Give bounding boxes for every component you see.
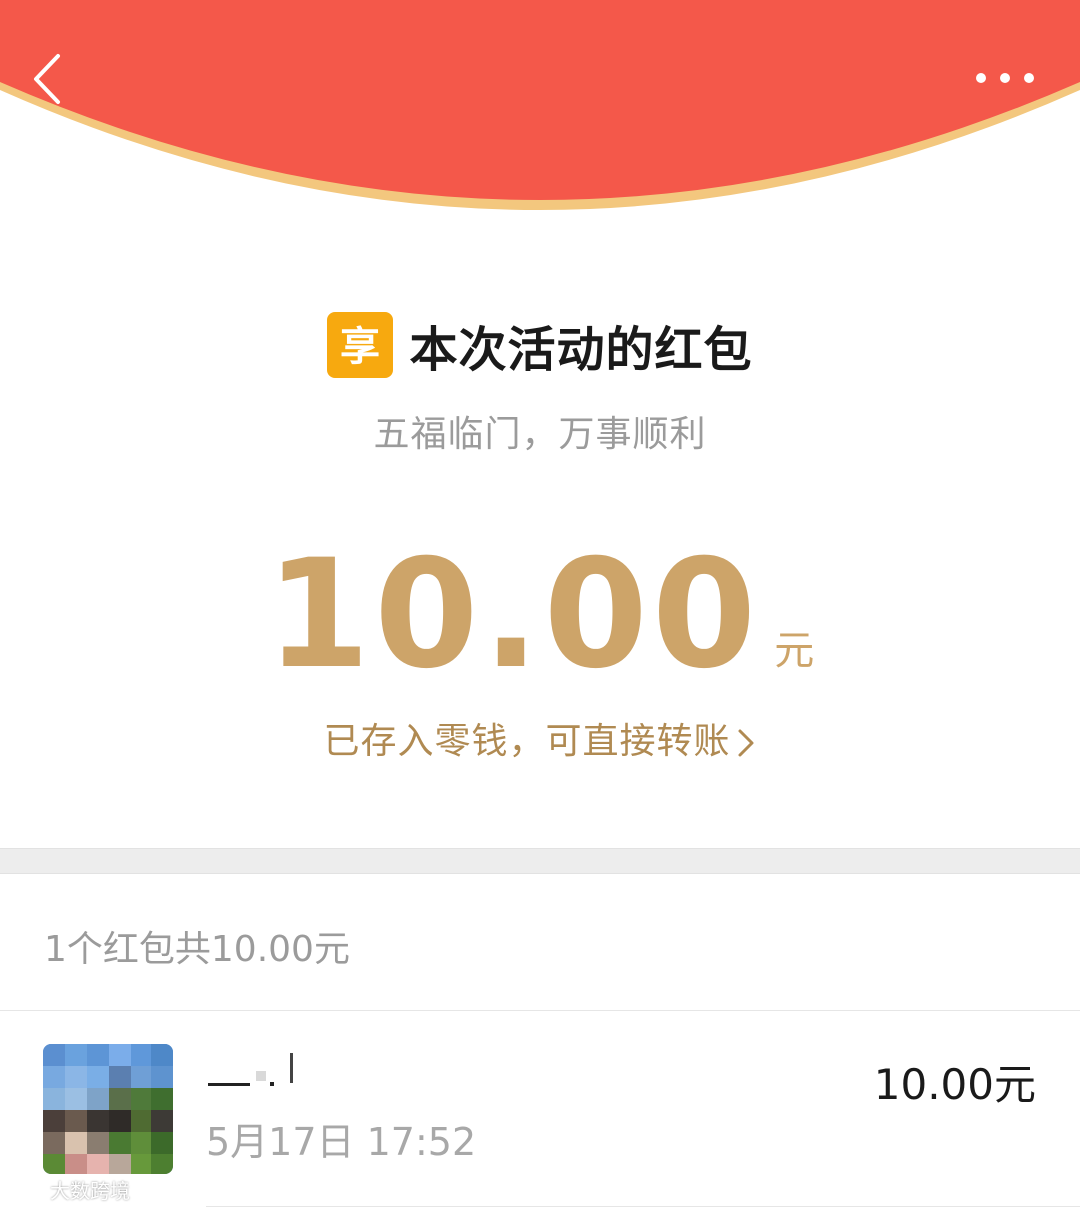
packet-amount-row: 10.00 元	[0, 520, 1080, 690]
red-packet-header	[0, 0, 1080, 210]
avatar	[43, 1044, 173, 1174]
sender-name-obscured	[208, 1053, 293, 1086]
back-button[interactable]	[22, 44, 82, 114]
packet-title-row: 享 本次活动的红包	[0, 310, 1080, 380]
more-options-button[interactable]	[970, 58, 1040, 98]
chevron-right-icon	[738, 729, 753, 757]
watermark-logo-icon	[12, 1179, 45, 1199]
brand-logo-icon: 享	[327, 312, 394, 378]
watermark-text: 大数跨境	[50, 1178, 130, 1203]
red-packet-detail-page: 享 本次活动的红包 五福临门，万事顺利 10.00 元 已存入零钱，可直接转账 …	[0, 0, 1080, 1210]
record-amount: 10.00元	[873, 1060, 1036, 1109]
watermark: 大数跨境	[10, 1174, 130, 1204]
packet-amount-unit: 元	[774, 628, 815, 674]
section-separator	[0, 848, 1080, 874]
packet-title: 本次活动的红包	[409, 322, 753, 378]
svg-text:享: 享	[340, 324, 380, 370]
more-dots-icon	[976, 73, 1034, 83]
packet-blessing: 五福临门，万事顺利	[373, 414, 707, 455]
chevron-left-icon	[34, 54, 60, 104]
record-time: 5月17日 17:52	[206, 1120, 477, 1164]
packet-summary: 1个红包共10.00元	[44, 929, 350, 970]
row-divider	[206, 1206, 1080, 1207]
wallet-transfer-label: 已存入零钱，可直接转账	[323, 721, 731, 762]
list-item[interactable]: 5月17日 17:52 10.00元	[0, 1011, 1080, 1210]
wallet-transfer-link[interactable]: 已存入零钱，可直接转账	[0, 712, 1080, 764]
packet-amount: 10.00	[265, 528, 761, 702]
